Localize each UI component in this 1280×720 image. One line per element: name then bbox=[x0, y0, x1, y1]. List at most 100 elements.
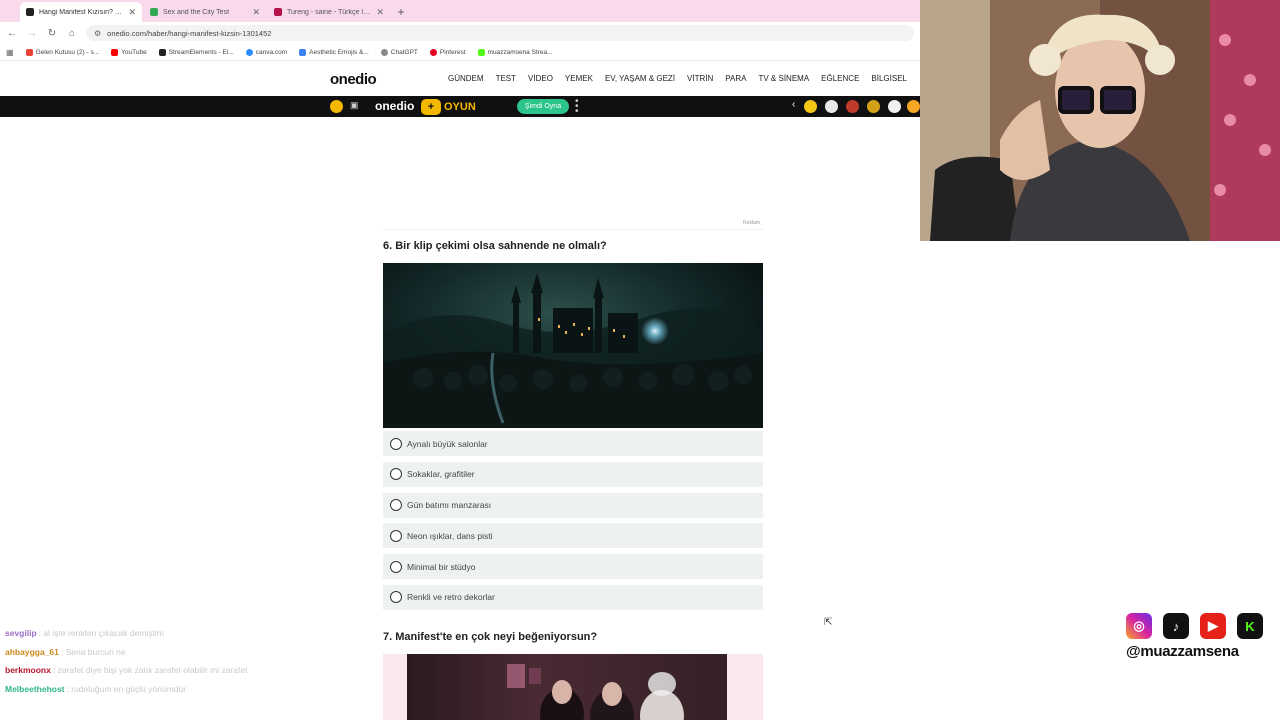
radio-button[interactable] bbox=[390, 468, 402, 481]
option-label: Minimal bir stüdyo bbox=[407, 561, 476, 572]
bookmark-aesthetic-emojis[interactable]: Aesthetic Emojis &... bbox=[299, 48, 369, 56]
gamebar-logo[interactable]: onedio bbox=[375, 99, 414, 113]
option-label: Gün batımı manzarası bbox=[407, 500, 492, 511]
tab-title: Tureng - saine - Türkçe İngilizc bbox=[287, 8, 372, 16]
nav-bilgisel[interactable]: BİLGİSEL bbox=[871, 74, 907, 83]
radio-button[interactable] bbox=[390, 529, 402, 542]
home-icon[interactable]: ⌂ bbox=[66, 28, 78, 39]
chat-text: : Sena burcun ne bbox=[60, 646, 126, 657]
castle-night-scene-image bbox=[383, 263, 763, 428]
address-bar-row: ← → ↻ ⌂ ⚙ onedio.com/haber/hangi-manifes… bbox=[0, 22, 920, 44]
url-input[interactable]: ⚙ onedio.com/haber/hangi-manifest-kizsin… bbox=[86, 25, 914, 41]
option-item[interactable]: Sokaklar, grafitiler bbox=[383, 461, 763, 487]
close-icon[interactable]: ✕ bbox=[252, 7, 260, 18]
bookmark-label: Gelen Kutusu (2) - s... bbox=[35, 48, 100, 56]
radio-button[interactable] bbox=[390, 591, 402, 604]
tiktok-icon: ♪ bbox=[1163, 613, 1189, 639]
new-tab-button[interactable]: + bbox=[392, 2, 410, 22]
chat-text: : zarafet diye bişi yok zatık zarafet ol… bbox=[52, 665, 248, 676]
game-icon[interactable] bbox=[825, 100, 838, 113]
youtube-icon: ▶ bbox=[1200, 613, 1226, 639]
kick-icon bbox=[477, 48, 485, 56]
tab-sex-and-the-city[interactable]: Sex and the City Test ✕ bbox=[144, 2, 266, 22]
bookmark-youtube[interactable]: YouTube bbox=[111, 48, 147, 56]
nav-tv-sinema[interactable]: TV & SİNEMA bbox=[758, 74, 809, 83]
game-icon[interactable] bbox=[804, 100, 817, 113]
oyun-badge: + OYUN bbox=[421, 98, 476, 115]
bookmark-label: YouTube bbox=[121, 48, 147, 56]
chat-message: berkmoonx : zarafet diye bişi yok zatık … bbox=[5, 661, 325, 680]
game-icon[interactable] bbox=[846, 100, 859, 113]
nav-vitrin[interactable]: VİTRİN bbox=[687, 74, 713, 83]
bookmark-label: StreamElements - El... bbox=[168, 48, 234, 56]
mouse-cursor-icon: ⇱ bbox=[824, 617, 833, 628]
question-6-title: 6. Bir klip çekimi olsa sahnende ne olma… bbox=[383, 240, 607, 252]
site-header: onedio GÜNDEM TEST VİDEO YEMEK EV, YAŞAM… bbox=[0, 61, 920, 96]
nav-yemek[interactable]: YEMEK bbox=[565, 74, 593, 83]
question-7-image bbox=[383, 654, 763, 720]
question-6-image bbox=[383, 263, 763, 428]
bookmark-label: Pinterest bbox=[439, 48, 466, 56]
nav-ev-yasam-gezi[interactable]: EV, YAŞAM & GEZİ bbox=[605, 74, 675, 83]
nav-eglence[interactable]: EĞLENCE bbox=[821, 74, 859, 83]
onedio-logo[interactable]: onedio bbox=[330, 71, 377, 88]
question-6-options: Aynalı büyük salonlar Sokaklar, grafitil… bbox=[383, 431, 763, 616]
bookmark-streamelements[interactable]: StreamElements - El... bbox=[158, 48, 234, 56]
radio-button[interactable] bbox=[390, 437, 402, 450]
nav-gundem[interactable]: GÜNDEM bbox=[448, 74, 484, 83]
play-now-button[interactable]: Şimdi Oyna bbox=[517, 99, 569, 114]
radio-button[interactable] bbox=[390, 560, 402, 573]
bookmark-chatgpt[interactable]: ChatGPT bbox=[380, 48, 418, 56]
option-item[interactable]: Gün batımı manzarası bbox=[383, 492, 763, 518]
reload-icon[interactable]: ↻ bbox=[46, 28, 58, 39]
chat-username: Melbeethehost bbox=[5, 683, 65, 694]
option-item[interactable]: Minimal bir stüdyo bbox=[383, 554, 763, 580]
site-info-icon[interactable]: ⚙ bbox=[94, 29, 101, 38]
gamepad-icon[interactable] bbox=[330, 100, 343, 113]
tab-title: Sex and the City Test bbox=[163, 8, 230, 16]
url-text: onedio.com/haber/hangi-manifest-kizsin-1… bbox=[107, 28, 272, 38]
more-options-icon[interactable]: • • • bbox=[575, 97, 579, 117]
nav-para[interactable]: PARA bbox=[725, 74, 746, 83]
canva-icon bbox=[245, 48, 253, 56]
game-icon[interactable] bbox=[867, 100, 880, 113]
game-mini-icon[interactable]: ▣ bbox=[350, 100, 359, 111]
plus-icon bbox=[299, 48, 307, 56]
tab-hangi-manifest[interactable]: Hangi Manifest Kızısın? Onedi ✕ bbox=[20, 2, 142, 22]
game-icon[interactable] bbox=[888, 100, 901, 113]
option-label: Sokaklar, grafitiler bbox=[407, 469, 475, 480]
onedio-oyun-bar: ▣ onedio + OYUN Şimdi Oyna • • • ‹ bbox=[0, 96, 920, 117]
nav-test[interactable]: TEST bbox=[496, 74, 516, 83]
forward-arrow-icon[interactable]: → bbox=[26, 28, 38, 39]
band-members-image bbox=[507, 664, 684, 720]
group-photo-image bbox=[407, 654, 727, 720]
chevron-left-icon[interactable]: ‹ bbox=[792, 99, 795, 110]
close-icon[interactable]: ✕ bbox=[376, 7, 384, 18]
bookmark-pinterest[interactable]: Pinterest bbox=[429, 48, 466, 56]
chat-text: : rudeluğum en güçlü yönümdür bbox=[66, 683, 187, 694]
option-item[interactable]: Aynalı büyük salonlar bbox=[383, 431, 763, 456]
chat-username: berkmoonx bbox=[5, 665, 51, 676]
chatgpt-icon bbox=[380, 48, 388, 56]
game-icon[interactable] bbox=[907, 100, 920, 113]
streamelements-icon bbox=[158, 48, 166, 56]
chat-username: sevgilip bbox=[5, 628, 37, 639]
question-7-title: 7. Manifest'te en çok neyi beğeniyorsun? bbox=[383, 631, 598, 643]
back-arrow-icon[interactable]: ← bbox=[6, 28, 18, 39]
browser-tab-bar: Hangi Manifest Kızısın? Onedi ✕ Sex and … bbox=[0, 0, 920, 22]
chat-text: : al işte renkten çıkacak demiştim bbox=[38, 628, 164, 639]
option-item[interactable]: Neon ışıklar, dans pisti bbox=[383, 523, 763, 549]
social-icons: ◎ ♪ ▶ K bbox=[1126, 613, 1271, 639]
close-icon[interactable]: ✕ bbox=[128, 7, 136, 18]
bookmark-gmail[interactable]: Gelen Kutusu (2) - s... bbox=[25, 48, 100, 56]
tab-tureng[interactable]: Tureng - saine - Türkçe İngilizc ✕ bbox=[268, 2, 390, 22]
apps-grid-icon[interactable]: ▦ bbox=[6, 48, 14, 57]
radio-button[interactable] bbox=[390, 499, 402, 512]
webcam-feed bbox=[920, 0, 1280, 241]
ad-label: Reklam bbox=[743, 220, 760, 226]
option-item[interactable]: Renkli ve retro dekorlar bbox=[383, 584, 763, 610]
bookmark-canva[interactable]: canva.com bbox=[245, 48, 287, 56]
nav-video[interactable]: VİDEO bbox=[528, 74, 553, 83]
bookmarks-bar: ▦ Gelen Kutusu (2) - s... YouTube Stream… bbox=[0, 44, 920, 61]
bookmark-kick[interactable]: muazzamsena Strea... bbox=[477, 48, 553, 56]
